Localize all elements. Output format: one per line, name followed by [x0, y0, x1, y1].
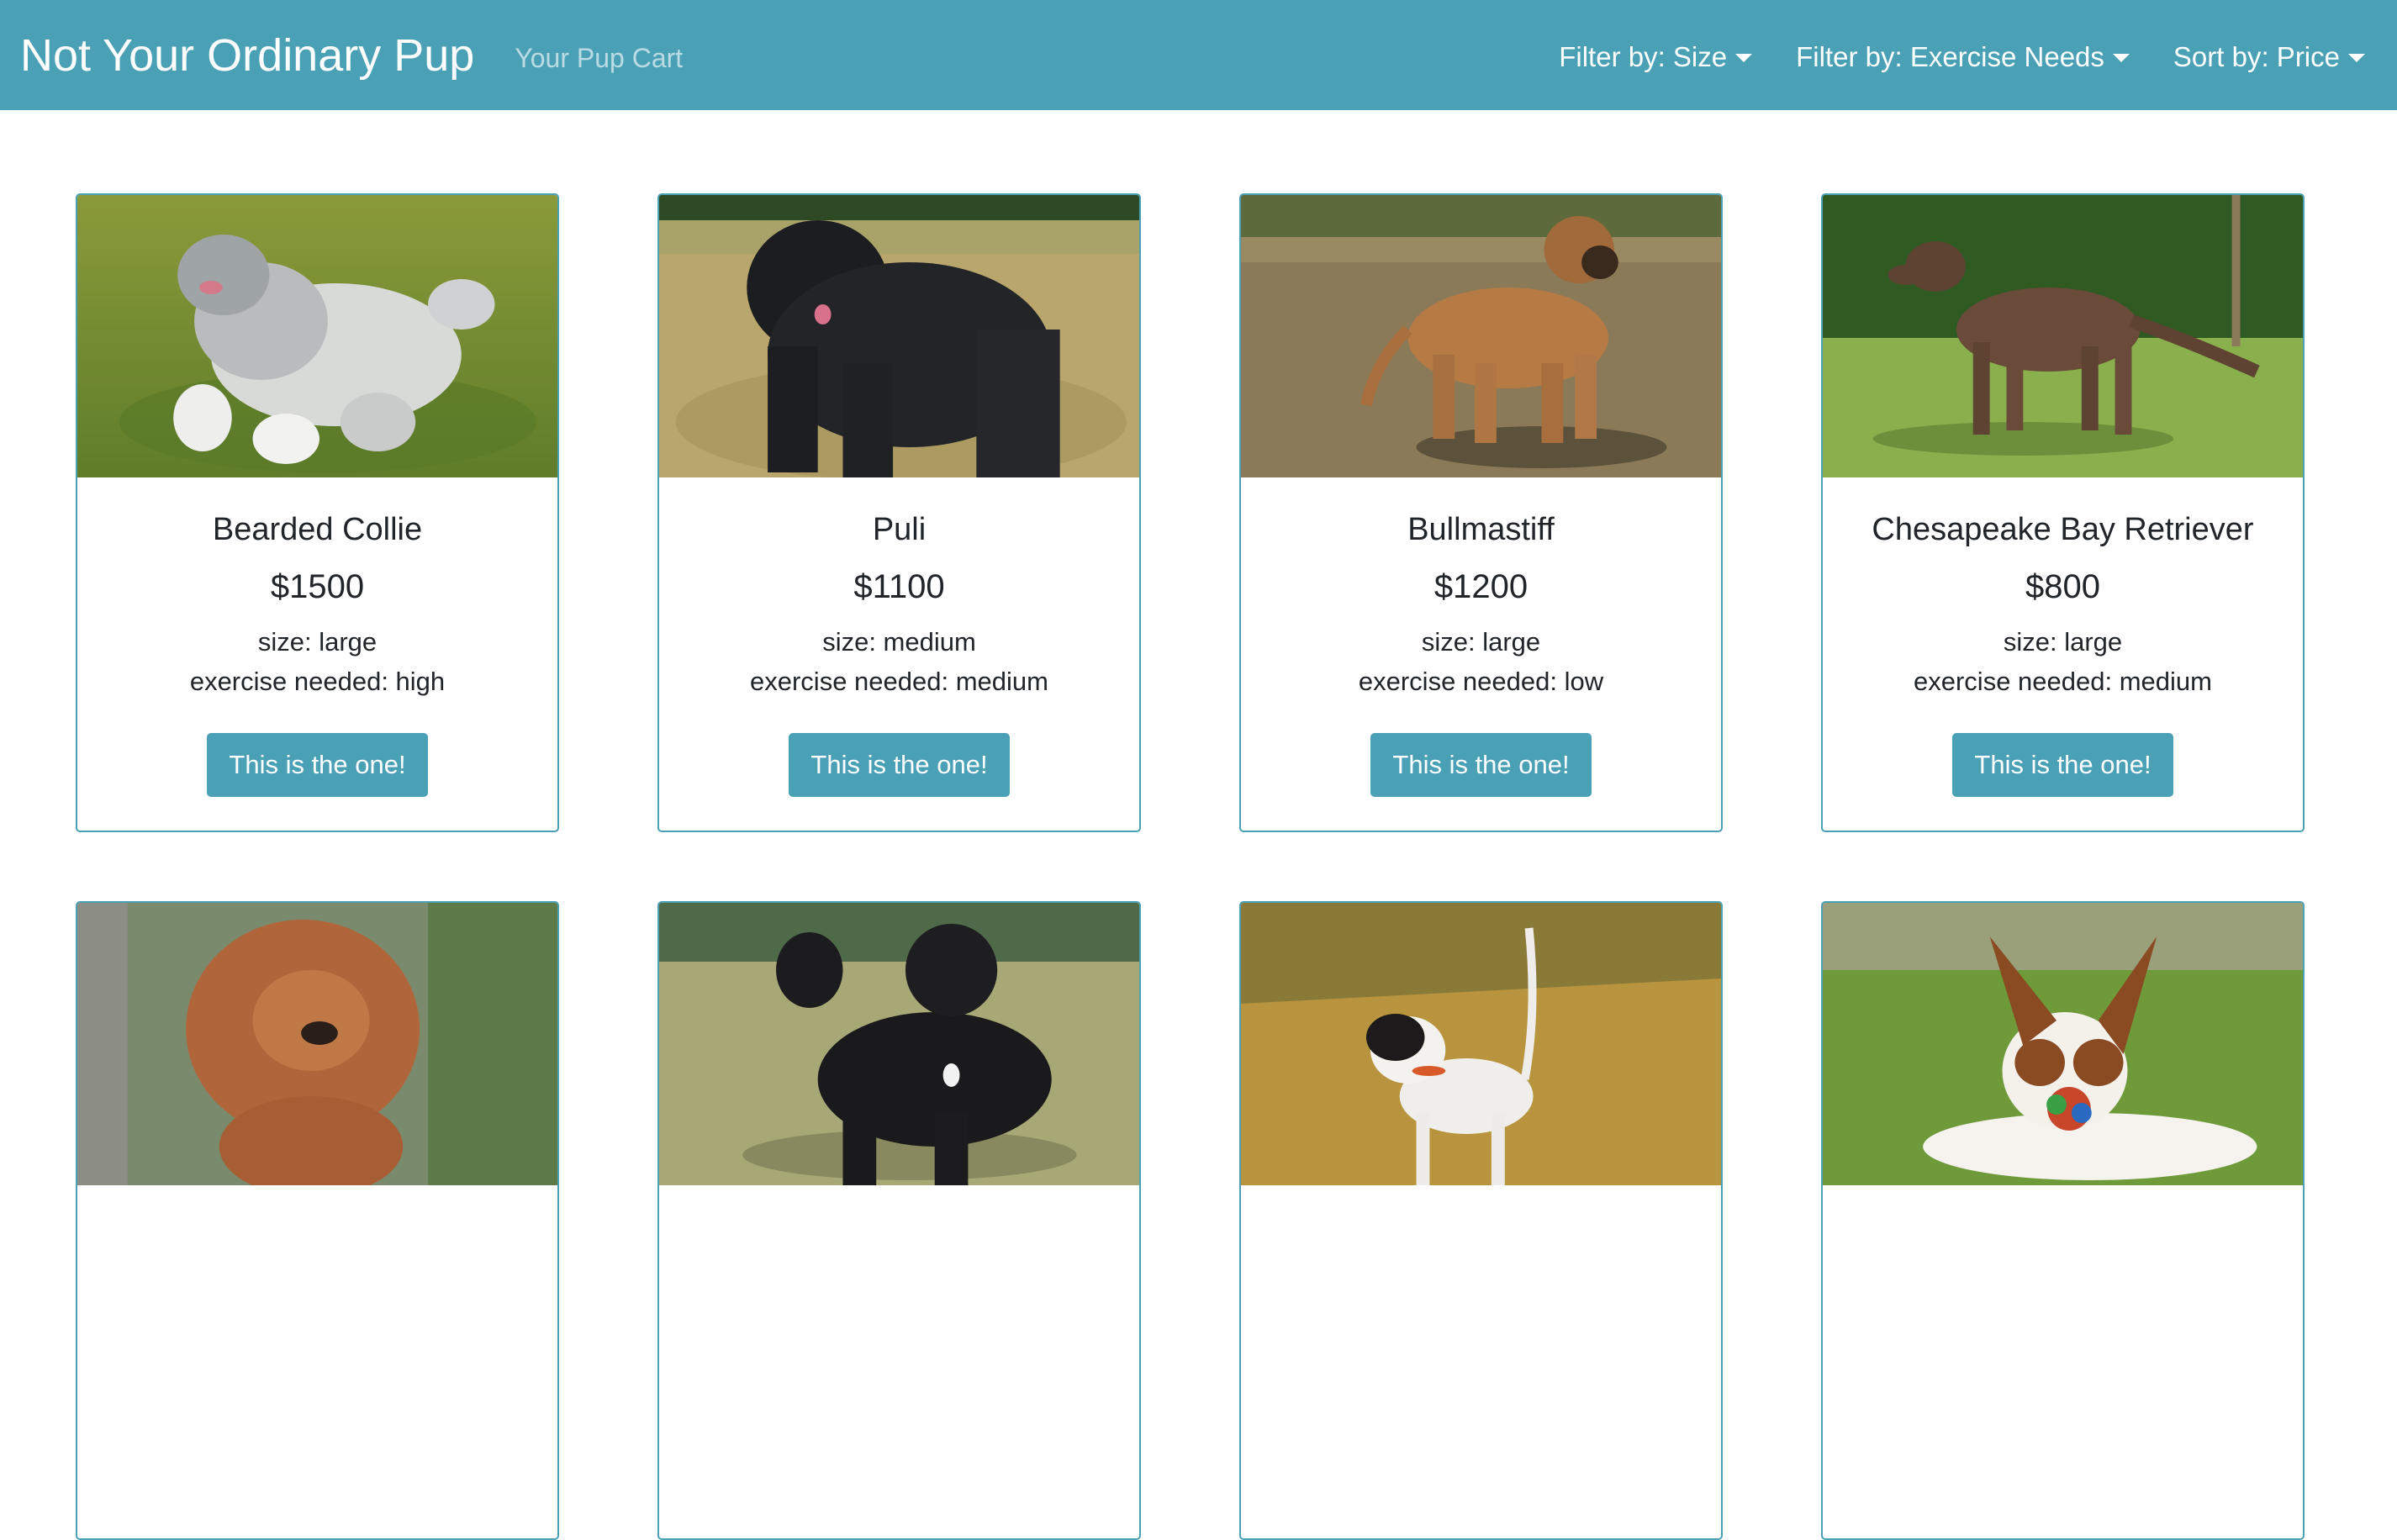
pup-name: Chesapeake Bay Retriever: [1872, 512, 2254, 547]
bearded-collie-photo: [77, 195, 557, 477]
pup-details: size: large exercise needed: high: [190, 622, 445, 701]
pup-card: [657, 901, 1141, 1540]
sort-price-label: Sort by: Price: [2173, 40, 2340, 72]
pup-exercise: exercise needed: low: [1358, 666, 1604, 696]
pup-card: [76, 901, 559, 1540]
pup-card: Bearded Collie $1500 size: large exercis…: [76, 193, 559, 832]
papillon-photo: [1823, 903, 2303, 1185]
pup-card: Puli $1100 size: medium exercise needed:…: [657, 193, 1141, 832]
brand-title[interactable]: Not Your Ordinary Pup: [20, 33, 474, 78]
pup-exercise: exercise needed: medium: [1914, 666, 2212, 696]
pup-size: size: large: [1421, 626, 1541, 657]
pup-details: size: large exercise needed: low: [1359, 622, 1603, 701]
filter-size-dropdown[interactable]: Filter by: Size: [1559, 40, 1753, 73]
pup-details: size: medium exercise needed: medium: [750, 622, 1048, 701]
bullmastiff-photo: [1241, 195, 1721, 477]
caret-down-icon: [2348, 53, 2365, 62]
pup-exercise: exercise needed: high: [189, 666, 446, 696]
pup-grid: Bearded Collie $1500 size: large exercis…: [76, 193, 2305, 1540]
select-pup-button[interactable]: This is the one!: [207, 732, 428, 797]
caret-down-icon: [2112, 53, 2130, 62]
pup-size: size: medium: [822, 626, 976, 657]
select-pup-button[interactable]: This is the one!: [1952, 732, 2173, 797]
pup-price: $1500: [270, 567, 365, 605]
pup-price: $1200: [1433, 567, 1528, 605]
caret-down-icon: [1735, 53, 1753, 62]
pup-card: Bullmastiff $1200 size: large exercise n…: [1239, 193, 1723, 832]
pup-details: size: large exercise needed: medium: [1914, 622, 2212, 701]
select-pup-button[interactable]: This is the one!: [789, 732, 1010, 797]
chow-chow-photo: [77, 903, 557, 1185]
pup-price: $800: [2025, 567, 2100, 605]
pup-price: $1100: [853, 567, 945, 605]
filter-size-label: Filter by: Size: [1559, 40, 1728, 72]
select-pup-button[interactable]: This is the one!: [1370, 732, 1592, 797]
nav-controls: Filter by: Size Filter by: Exercise Need…: [1559, 41, 2365, 73]
pup-name: Bullmastiff: [1407, 512, 1555, 547]
pup-card: [1239, 901, 1723, 1540]
pup-exercise: exercise needed: medium: [750, 666, 1048, 696]
filter-exercise-dropdown[interactable]: Filter by: Exercise Needs: [1796, 41, 2130, 73]
pup-name: Bearded Collie: [212, 512, 423, 547]
cart-link[interactable]: Your Pup Cart: [515, 43, 683, 74]
pup-card: Chesapeake Bay Retriever $800 size: larg…: [1821, 193, 2305, 832]
filter-exercise-label: Filter by: Exercise Needs: [1796, 40, 2104, 72]
pup-name: Puli: [872, 512, 927, 547]
pup-card: [1821, 901, 2305, 1540]
pointer-photo: [1241, 903, 1721, 1185]
portuguese-water-dog-photo: [659, 903, 1139, 1185]
pup-size: size: large: [2003, 626, 2123, 657]
pup-size: size: large: [257, 626, 378, 657]
puli-photo: [659, 195, 1139, 477]
navbar: Not Your Ordinary Pup Your Pup Cart Filt…: [0, 0, 2397, 110]
sort-price-dropdown[interactable]: Sort by: Price: [2173, 41, 2365, 73]
chesapeake-bay-retriever-photo: [1823, 195, 2303, 477]
